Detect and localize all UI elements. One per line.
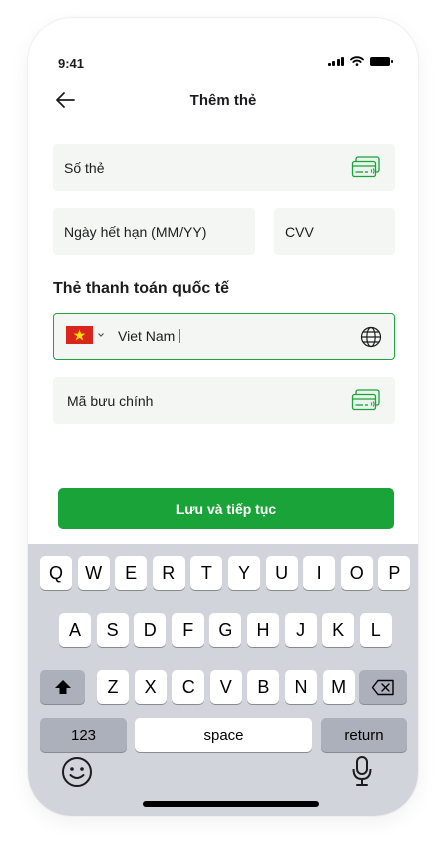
backspace-key[interactable] [359,670,407,704]
wifi-icon [350,56,364,66]
key-h[interactable]: H [247,613,279,647]
vietnam-flag-icon [66,326,93,344]
key-j[interactable]: J [284,613,317,647]
expiry-placeholder: Ngày hết hạn (MM/YY) [64,223,207,240]
key-i[interactable]: I [303,556,336,590]
key-q[interactable]: Q [40,556,72,590]
key-l[interactable]: L [359,613,392,647]
signal-icon [327,56,344,66]
chevron-down-icon [98,333,104,337]
status-icons [327,56,393,66]
globe-icon [360,326,382,348]
key-a[interactable]: A [59,613,91,647]
key-e[interactable]: E [115,556,148,590]
key-o[interactable]: O [340,556,373,590]
key-c[interactable]: C [172,670,205,704]
postal-code-field[interactable]: Mã bưu chính [53,377,395,424]
postal-code-placeholder: Mã bưu chính [67,392,154,409]
key-v[interactable]: V [209,670,242,704]
country-field[interactable]: Viet Nam [53,313,395,360]
section-title: Thẻ thanh toán quốc tế [53,280,229,297]
key-g[interactable]: G [209,613,242,647]
key-r[interactable]: R [152,556,185,590]
emoji-icon[interactable] [61,756,93,788]
microphone-icon[interactable] [350,754,374,788]
shift-arrow-icon [54,680,71,694]
credit-card-icon [351,389,380,411]
key-z[interactable]: Z [97,670,129,704]
key-w[interactable]: W [77,556,110,590]
battery-icon [370,56,393,66]
key-b[interactable]: B [247,670,280,704]
phone-frame: 9:41 Thêm thẻ Số thẻ Ngày hết hạn (MM/YY… [28,18,418,816]
country-selector[interactable] [66,326,105,344]
key-x[interactable]: X [134,670,167,704]
key-m[interactable]: M [322,670,355,704]
home-indicator [143,801,319,807]
nav-bar: Thêm thẻ [28,84,418,116]
key-d[interactable]: D [134,613,167,647]
cvv-field[interactable]: CVV [274,208,395,255]
keyboard: QWERTYUIOP ASDFGHJKL ZXCVBNM 123 space r… [28,544,418,816]
return-key[interactable]: return [321,718,407,752]
credit-card-icon [351,156,380,178]
key-f[interactable]: F [171,613,204,647]
card-number-field[interactable]: Số thẻ [53,144,395,191]
key-p[interactable]: P [378,556,411,590]
status-bar: 9:41 [28,18,418,71]
text-cursor [179,329,181,343]
space-key[interactable]: space [135,718,312,752]
cvv-placeholder: CVV [285,223,314,240]
country-input[interactable]: Viet Nam [118,328,181,344]
numbers-key[interactable]: 123 [40,718,127,752]
key-n[interactable]: N [285,670,317,704]
country-value: Viet Nam [118,328,176,344]
expiry-field[interactable]: Ngày hết hạn (MM/YY) [53,208,255,255]
save-continue-button[interactable]: Lưu và tiếp tục [58,488,394,529]
key-y[interactable]: Y [228,556,260,590]
card-number-placeholder: Số thẻ [64,159,105,176]
shift-key[interactable] [40,670,85,704]
key-k[interactable]: K [322,613,355,647]
key-t[interactable]: T [190,556,223,590]
backspace-icon [371,679,394,695]
page-title: Thêm thẻ [189,92,257,109]
key-u[interactable]: U [265,556,298,590]
status-time: 9:41 [58,56,85,71]
key-s[interactable]: S [96,613,129,647]
